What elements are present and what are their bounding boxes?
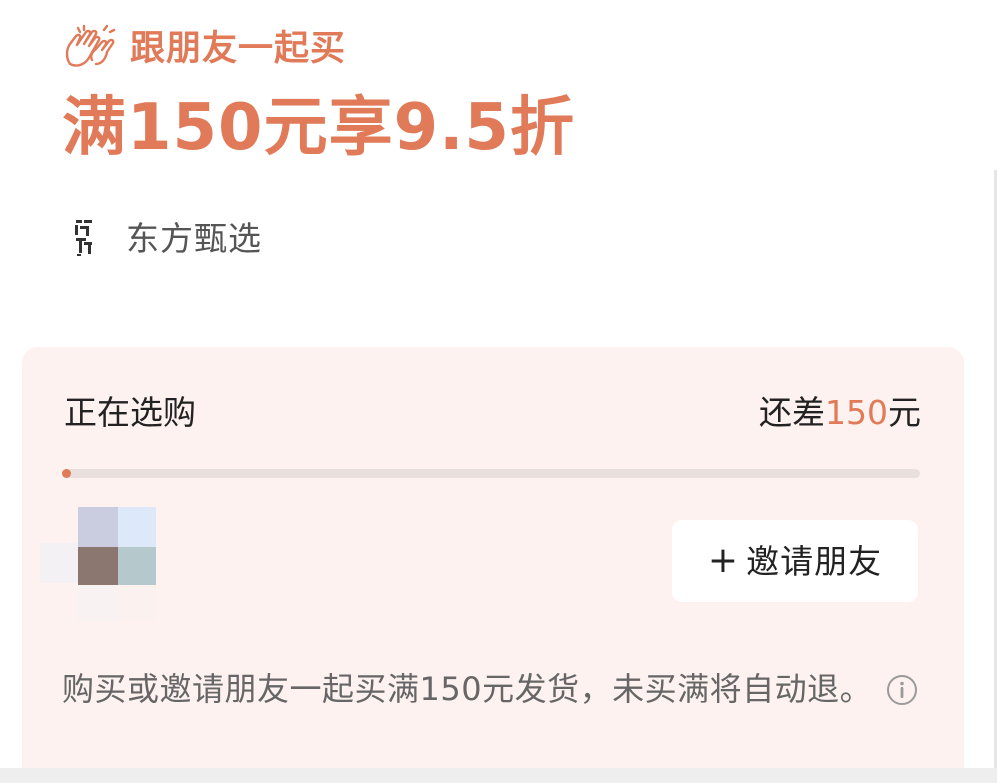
- group-buy-title: 跟朋友一起买: [130, 28, 347, 69]
- shipping-rule-note: 购买或邀请朋友一起买满150元发货，未买满将自动退。: [62, 662, 922, 716]
- remaining-value: 150: [825, 393, 888, 432]
- remaining-prefix: 还差: [759, 393, 825, 432]
- shop-row[interactable]: 东方甄选: [62, 214, 262, 262]
- info-icon[interactable]: [886, 674, 918, 706]
- progress-bar: [62, 469, 920, 478]
- shop-name: 东方甄选: [126, 218, 262, 258]
- plus-icon: +: [707, 540, 739, 581]
- shopping-status: 正在选购: [64, 393, 196, 432]
- progress-fill: [62, 469, 71, 478]
- group-buy-page: 跟朋友一起买 满150元享9.5折 东方甄选 正在选购 还差150元 + 邀请朋…: [0, 0, 997, 783]
- remaining-amount: 还差150元: [759, 396, 921, 429]
- invite-friends-label: 邀请朋友: [746, 541, 883, 581]
- bottom-edge: [0, 768, 997, 783]
- shipping-rule-text: 购买或邀请朋友一起买满150元发货，未买满将自动退。: [62, 670, 873, 708]
- invite-friends-button[interactable]: + 邀请朋友: [672, 520, 918, 602]
- shop-logo: [62, 214, 108, 262]
- remaining-suffix: 元: [888, 393, 921, 432]
- group-buy-header: 跟朋友一起买: [62, 24, 346, 74]
- discount-headline: 满150元享9.5折: [62, 91, 575, 165]
- waving-hands-icon: [65, 24, 116, 67]
- member-avatar: [40, 507, 156, 621]
